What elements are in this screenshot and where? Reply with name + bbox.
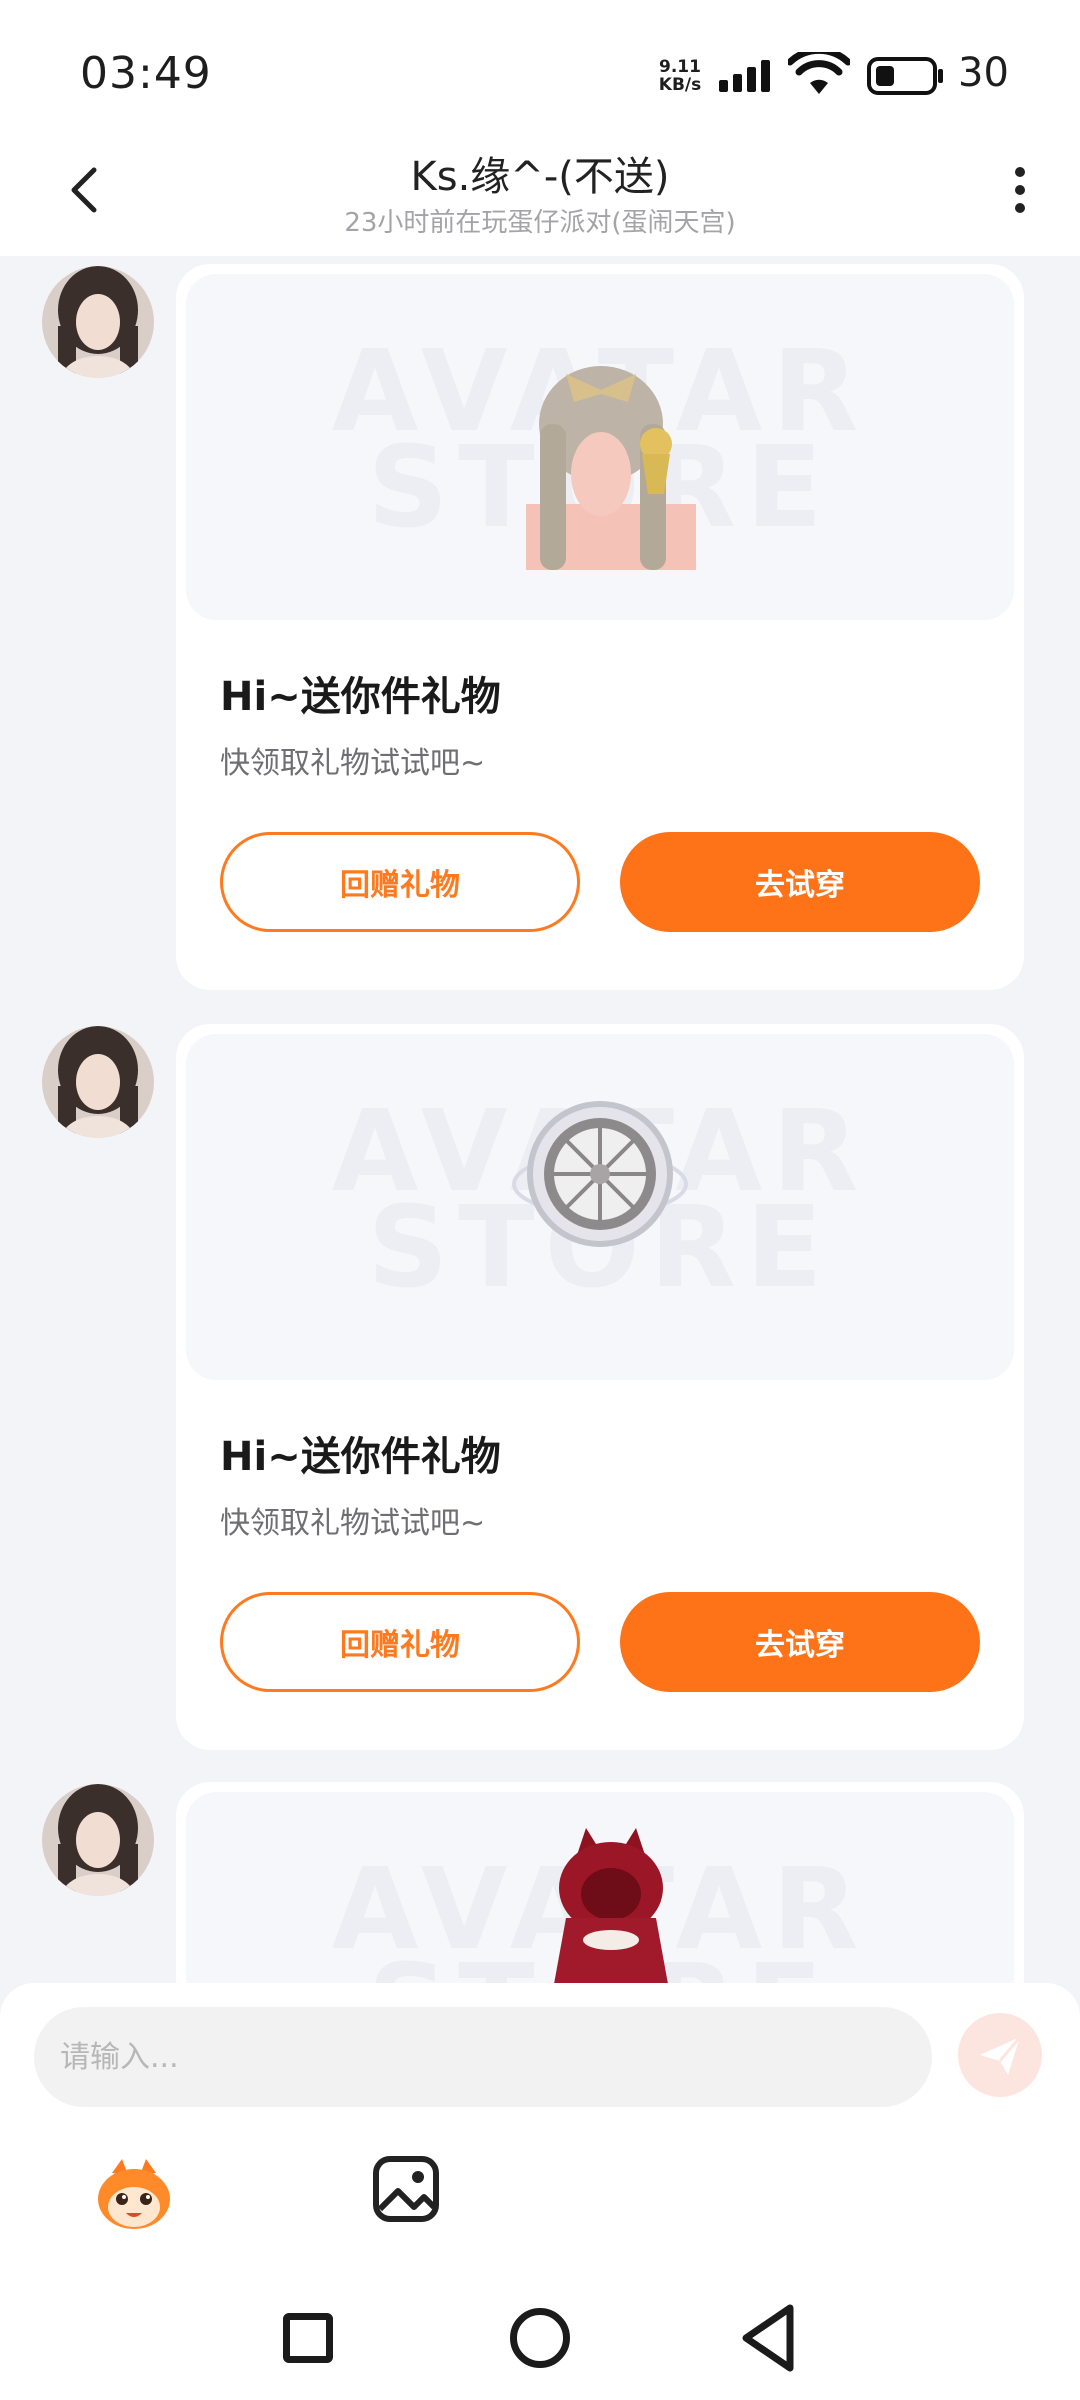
send-button[interactable] [958, 2013, 1042, 2097]
halo-wheel-image [512, 1101, 688, 1247]
network-speed: 9.11 KB/s [657, 58, 703, 94]
return-gift-button[interactable]: 回赠礼物 [220, 832, 580, 932]
image-icon[interactable] [368, 2151, 444, 2227]
gift-message: AVATAR STORE Hi~送你件礼物 快领取礼物试试吧~ [0, 1016, 1080, 1756]
chat-subtitle: 23小时前在玩蛋仔派对(蛋闹天宫) [344, 208, 736, 238]
gift-preview[interactable]: AVATAR STORE [186, 1792, 1014, 1983]
red-hood-cape-image [554, 1828, 668, 1983]
eggy-emoji-icon[interactable] [92, 2151, 176, 2235]
message-input[interactable] [34, 2007, 932, 2107]
gift-title: Hi~送你件礼物 [220, 674, 501, 720]
status-time: 03:49 [80, 48, 212, 99]
more-options-icon[interactable] [1000, 160, 1040, 220]
gift-message: AVATAR STORE [0, 1774, 1080, 1983]
try-on-button[interactable]: 去试穿 [620, 1592, 980, 1692]
recent-apps-button[interactable] [283, 2313, 333, 2363]
gift-card: AVATAR STORE Hi~送你件礼物 快领取礼物试试吧~ [176, 1024, 1024, 1750]
network-speed-value: 9.11 [659, 57, 701, 77]
gift-preview[interactable]: AVATAR STORE [186, 1034, 1014, 1380]
network-speed-unit: KB/s [658, 75, 702, 95]
wifi-icon [788, 52, 850, 94]
signal-icon [719, 60, 770, 92]
avatar[interactable] [42, 1026, 154, 1138]
gift-description: 快领取礼物试试吧~ [220, 746, 486, 781]
hair-accessory-image [526, 366, 696, 570]
message-list[interactable]: AVATAR STORE Hi~送你件礼物 快领取礼物试试吧~ 回赠礼物 去试穿 [0, 256, 1080, 1983]
battery-icon [867, 57, 943, 95]
system-back-icon[interactable] [740, 2302, 796, 2374]
avatar[interactable] [42, 266, 154, 378]
gift-card: AVATAR STORE [176, 1782, 1024, 1983]
send-icon [980, 2036, 1022, 2075]
home-button[interactable] [510, 2308, 570, 2368]
try-on-button[interactable]: 去试穿 [620, 832, 980, 932]
status-bar: 03:49 9.11 KB/s 30 [0, 0, 1080, 150]
gift-description: 快领取礼物试试吧~ [220, 1506, 486, 1541]
chat-title: Ks.缘^-(不送) [410, 154, 670, 200]
avatar[interactable] [42, 1784, 154, 1896]
battery-level: 30 [958, 50, 1009, 96]
gift-message: AVATAR STORE Hi~送你件礼物 快领取礼物试试吧~ 回赠礼物 去试穿 [0, 256, 1080, 996]
gift-card: AVATAR STORE Hi~送你件礼物 快领取礼物试试吧~ 回赠礼物 去试穿 [176, 264, 1024, 990]
gift-title: Hi~送你件礼物 [220, 1434, 501, 1480]
gift-preview[interactable]: AVATAR STORE [186, 274, 1014, 620]
return-gift-button[interactable]: 回赠礼物 [220, 1592, 580, 1692]
chat-header: Ks.缘^-(不送) 23小时前在玩蛋仔派对(蛋闹天宫) [0, 130, 1080, 256]
